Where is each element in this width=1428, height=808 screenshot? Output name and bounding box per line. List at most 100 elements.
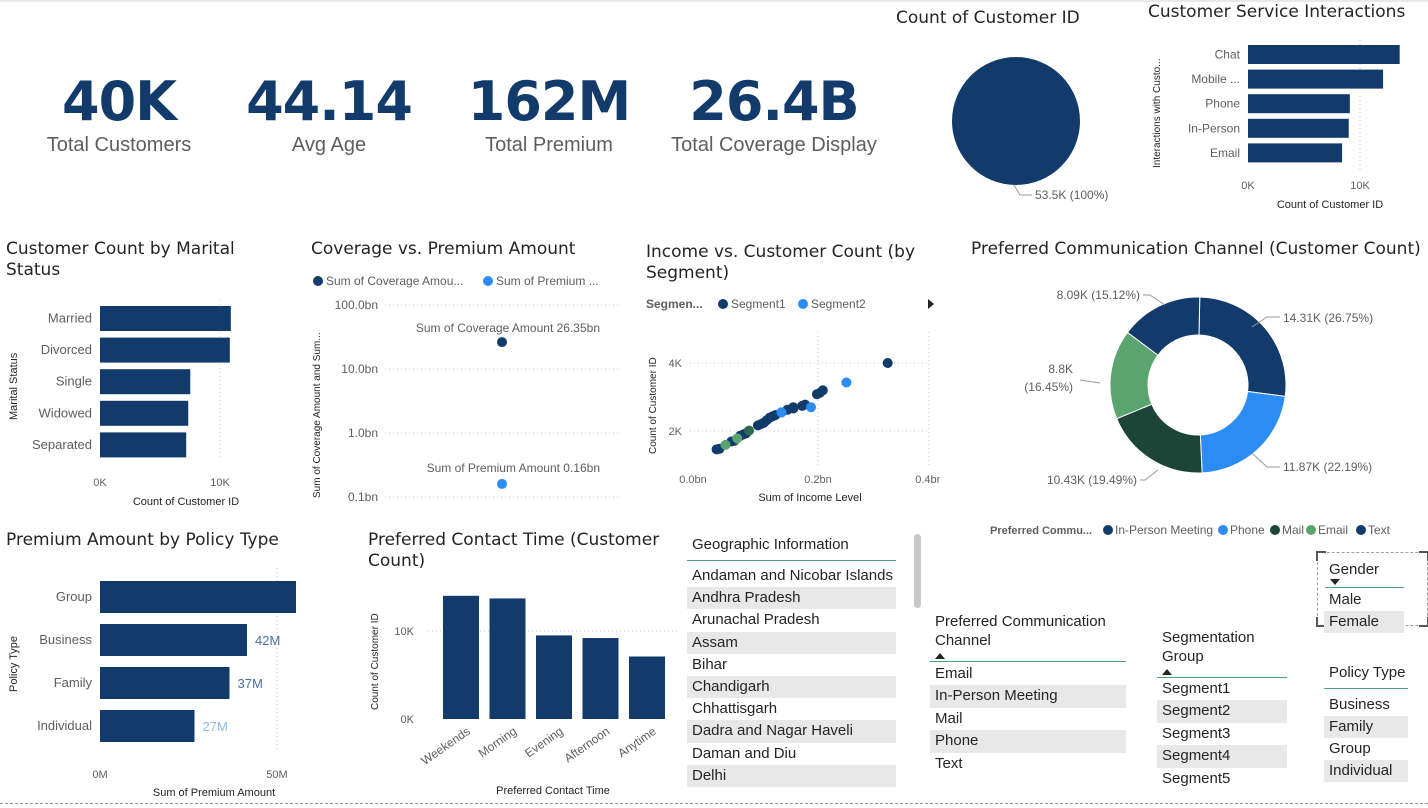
slicer-item[interactable]: Chandigarh (687, 675, 896, 699)
donut-slice[interactable] (1198, 296, 1287, 397)
income-segment-chart[interactable]: Segmen... Segment1 Segment2 Count of Cus… (640, 292, 940, 508)
scatter-point[interactable] (788, 402, 799, 413)
kpi-value: 26.4B (689, 70, 859, 133)
slicer-item[interactable]: Group (1324, 738, 1408, 760)
kpi-total-coverage[interactable]: 26.4B Total Coverage Display (649, 72, 899, 158)
selection-handle[interactable] (1419, 551, 1428, 561)
legend-label: Mail (1282, 523, 1304, 537)
y-axis-title: Policy Type (8, 636, 20, 692)
bar[interactable] (100, 337, 230, 363)
scatter-point[interactable] (744, 425, 755, 436)
bar[interactable] (1248, 94, 1350, 114)
kpi-total-premium[interactable]: 162M Total Premium (439, 72, 659, 158)
contact-time-chart[interactable]: Count of Customer ID 10K 0K Weekends Morn… (360, 575, 680, 803)
segment-slicer-title-line: Group (1162, 648, 1204, 665)
slicer-item[interactable]: Segment2 (1157, 700, 1287, 723)
selection-handle[interactable] (1419, 617, 1428, 627)
slicer-item[interactable]: Male (1324, 589, 1404, 611)
policy-premium-chart[interactable]: Policy Type Group 56M Business 42M Family 37M… (0, 560, 310, 805)
bar[interactable] (443, 595, 479, 719)
slicer-item[interactable]: Delhi (687, 764, 896, 787)
pie-slice[interactable] (952, 57, 1080, 185)
geo-slicer-scrollbar[interactable] (914, 534, 921, 608)
slicer-item[interactable]: Family (1324, 716, 1408, 738)
slicer-item[interactable]: Arunachal Pradesh (687, 609, 896, 631)
slicer-item[interactable]: Bihar (687, 654, 896, 676)
scatter-point[interactable] (497, 478, 507, 489)
scatter-point[interactable] (817, 385, 828, 396)
bar[interactable] (100, 432, 187, 458)
scatter-point[interactable] (711, 444, 722, 455)
kpi-label: Total Customers (46, 134, 192, 156)
x-axis-title: Preferred Contact Time (496, 785, 610, 797)
slicer-item[interactable]: Assam (687, 631, 896, 654)
slicer-item[interactable]: Individual (1324, 760, 1408, 782)
scatter-point[interactable] (497, 337, 507, 348)
segment-slicer-title-line: Segmentation (1162, 629, 1255, 646)
slicer-item[interactable]: Chhattisgarh (687, 698, 896, 720)
kpi-avg-age[interactable]: 44.14 Avg Age (219, 72, 439, 158)
comm-slicer[interactable]: Preferred Communication Channel Email In-… (930, 612, 1126, 775)
bar[interactable] (489, 598, 526, 719)
y-tick-label: 0K (401, 714, 415, 726)
donut-slice[interactable] (1116, 403, 1203, 474)
sort-caret-icon[interactable] (935, 653, 945, 659)
scatter-point[interactable] (720, 439, 731, 450)
segment-slicer[interactable]: Segmentation Group Segment1 Segment2 Segme… (1157, 628, 1287, 790)
scatter-point[interactable] (732, 433, 743, 444)
service-interactions-chart[interactable]: Interactions with Custo... Chat Mobile ..… (1140, 30, 1425, 215)
slicer-item[interactable]: Segment4 (1157, 745, 1287, 768)
bar[interactable] (1248, 143, 1343, 163)
slicer-item[interactable]: Phone (930, 730, 1126, 753)
scatter-point[interactable] (767, 411, 778, 422)
sort-caret-icon[interactable] (1330, 579, 1340, 585)
legend-next-arrow[interactable] (928, 299, 934, 309)
gender-slicer[interactable]: Gender Male Female (1316, 551, 1428, 633)
bar[interactable] (100, 400, 189, 426)
slicer-item[interactable]: Female (1324, 611, 1404, 633)
bar[interactable] (536, 635, 572, 719)
bar[interactable] (100, 667, 230, 699)
bar[interactable] (582, 638, 619, 719)
slicer-item[interactable]: Andaman and Nicobar Islands (687, 565, 896, 587)
slicer-item[interactable]: Mail (930, 708, 1126, 730)
bar[interactable] (100, 369, 191, 395)
legend-marker (483, 276, 493, 286)
donut-slice[interactable] (1199, 390, 1286, 474)
geo-slicer[interactable]: Geographic Information Andaman and Nicob… (687, 534, 896, 787)
scatter-point[interactable] (776, 407, 787, 418)
slicer-item[interactable]: Business (1324, 694, 1408, 716)
bar[interactable] (629, 656, 665, 719)
bar[interactable] (100, 710, 195, 742)
scatter-point[interactable] (841, 377, 852, 388)
slicer-item[interactable]: Daman and Diu (687, 743, 896, 765)
scatter-point[interactable] (797, 400, 808, 411)
pie-count-chart[interactable]: 53.5K (100%) (940, 40, 1130, 210)
policy-slicer[interactable]: Policy Type Business Family Group Individua… (1324, 662, 1408, 782)
bar[interactable] (1248, 118, 1349, 138)
selection-handle[interactable] (1316, 551, 1326, 561)
y-tick-label: Widowed (39, 405, 92, 420)
kpi-total-customers[interactable]: 40K Total Customers (9, 72, 229, 158)
slicer-item[interactable]: Andhra Pradesh (687, 587, 896, 610)
slicer-item[interactable]: Email (930, 663, 1126, 685)
slicer-item[interactable]: Segment5 (1157, 768, 1287, 790)
bar[interactable] (1248, 45, 1400, 64)
comm-channel-chart[interactable]: 14.31K (26.75%) 11.87K (22.19%) 10.43K (… (980, 265, 1428, 545)
bar[interactable] (100, 306, 231, 331)
slicer-item[interactable]: Segment3 (1157, 723, 1287, 745)
marital-chart[interactable]: Marital Status Married Divorced Single Wido… (0, 295, 290, 510)
scatter-point[interactable] (806, 402, 816, 413)
slicer-item[interactable]: In-Person Meeting (930, 685, 1126, 708)
coverage-premium-chart[interactable]: Sum of Coverage Amou... Sum of Premium .… (300, 268, 630, 508)
scatter-point[interactable] (755, 419, 766, 430)
slicer-item[interactable]: Dadra and Nagar Haveli (687, 720, 896, 743)
bar[interactable] (100, 624, 247, 656)
scatter-point[interactable] (882, 358, 893, 368)
y-tick-label: Mobile ... (1191, 72, 1240, 86)
kpi-label: Total Premium (485, 134, 613, 156)
sort-caret-icon[interactable] (1162, 669, 1172, 675)
slicer-item[interactable]: Segment1 (1157, 678, 1287, 700)
slicer-item[interactable]: Text (930, 753, 1126, 775)
bar[interactable] (1248, 69, 1384, 89)
